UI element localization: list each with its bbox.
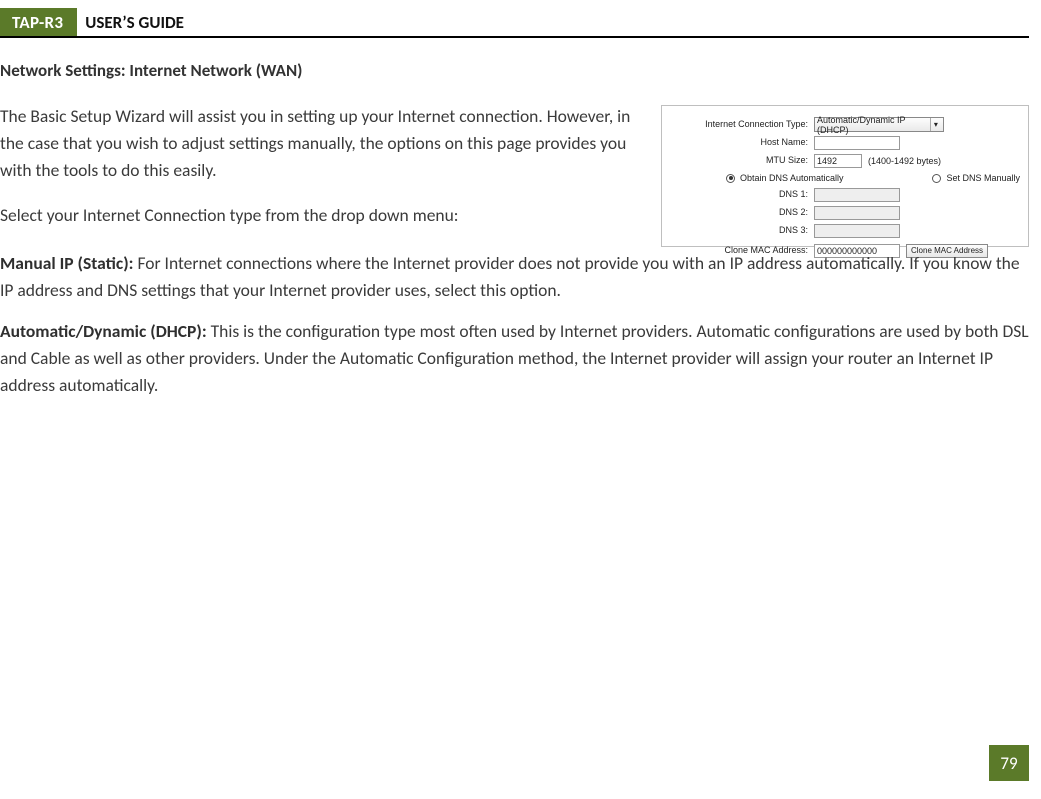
dns-manual-label: Set DNS Manually [946,173,1020,183]
page-number: 79 [989,745,1029,781]
dns2-label: DNS 2: [666,208,814,217]
mtu-input[interactable]: 1492 [814,154,862,168]
dns3-label: DNS 3: [666,226,814,235]
manual-ip-text: For Internet connections where the Inter… [0,252,1020,301]
dns-auto-label: Obtain DNS Automatically [740,173,844,183]
conn-type-label: Internet Connection Type: [666,120,814,129]
dns2-input[interactable] [814,206,900,220]
conn-type-value: Automatic/Dynamic IP (DHCP) [817,115,930,135]
manual-ip-paragraph: Manual IP (Static): For Internet connect… [0,250,1029,304]
intro-paragraph-2: Select your Internet Connection type fro… [0,202,643,229]
dhcp-label: Automatic/Dynamic (DHCP): [0,320,211,342]
document-header: TAP-R3 USER’S GUIDE [0,8,1029,38]
mtu-hint: (1400-1492 bytes) [868,156,941,166]
mtu-label: MTU Size: [666,156,814,165]
intro-paragraph-1: The Basic Setup Wizard will assist you i… [0,103,643,184]
dns3-input[interactable] [814,224,900,238]
host-name-label: Host Name: [666,138,814,147]
dropdown-arrow-icon: ▾ [930,118,941,131]
host-name-input[interactable] [814,136,900,150]
conn-type-select[interactable]: Automatic/Dynamic IP (DHCP) ▾ [814,117,944,132]
dns-auto-radio[interactable] [726,174,735,183]
section-title: Network Settings: Internet Network (WAN) [0,60,1029,81]
page-content: Network Settings: Internet Network (WAN)… [0,38,1041,399]
dns1-label: DNS 1: [666,190,814,199]
dns1-input[interactable] [814,188,900,202]
manual-ip-label: Manual IP (Static): [0,252,137,274]
product-tab: TAP-R3 [0,8,77,36]
dns-manual-radio[interactable] [932,174,941,183]
settings-screenshot: Internet Connection Type: Automatic/Dyna… [661,105,1029,247]
document-title: USER’S GUIDE [77,8,184,36]
intro-text: The Basic Setup Wizard will assist you i… [0,103,643,248]
dhcp-paragraph: Automatic/Dynamic (DHCP): This is the co… [0,318,1029,399]
